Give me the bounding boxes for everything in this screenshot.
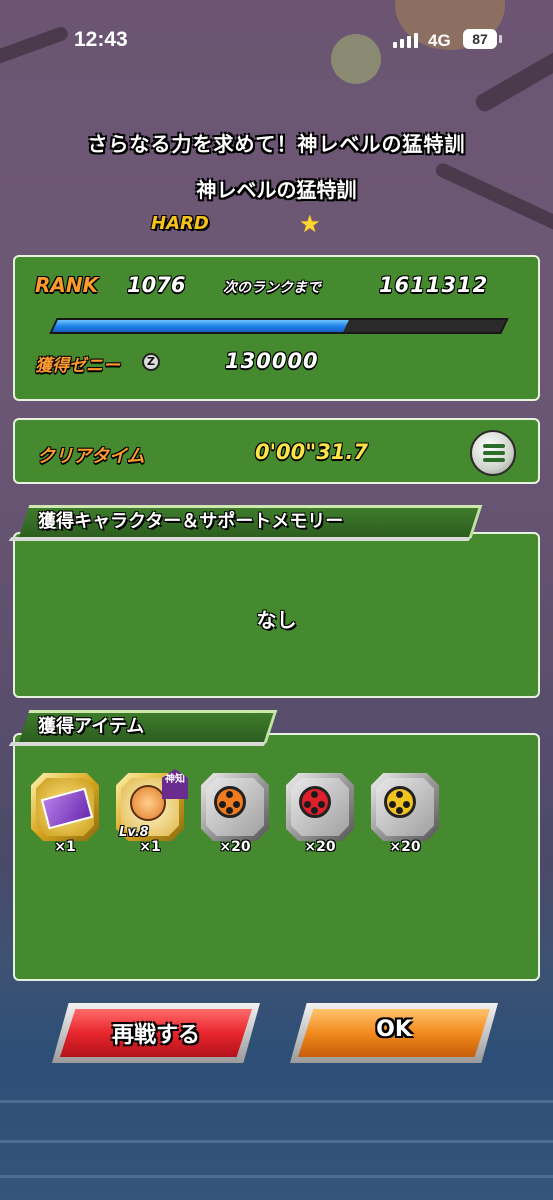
water-line	[0, 1100, 553, 1103]
no-characters-text: なし	[256, 608, 297, 632]
list-icon-line	[483, 451, 505, 455]
clear-time-label: クリアタイム	[37, 446, 145, 467]
header-underline	[8, 742, 267, 746]
item-quantity: ×20	[389, 839, 421, 855]
zeni-icon: Z	[142, 353, 160, 371]
stage-title: さらなる力を求めて！神レベルの猛特訓	[87, 132, 466, 156]
status-bar: 12:43 4G 87	[0, 0, 553, 80]
exp-progress-bar	[49, 318, 509, 334]
clear-time-value: 0'00"31.7	[255, 440, 369, 464]
film-reel-icon	[214, 786, 246, 818]
clear-time-panel: クリアタイム 0'00"31.7	[13, 418, 540, 484]
water-line	[0, 1140, 553, 1143]
status-time: 12:43	[74, 28, 128, 51]
film-reel-icon	[384, 786, 416, 818]
exp-progress-fill	[52, 320, 349, 332]
list-icon-line	[483, 458, 505, 462]
zeni-label: 獲得ゼニー	[35, 356, 120, 376]
characters-section-title: 獲得キャラクター＆サポートメモリー	[38, 511, 344, 532]
item-quantity: ×1	[139, 839, 161, 855]
items-panel	[13, 733, 540, 981]
zeni-value: 130000	[225, 349, 319, 373]
orange-reel-item[interactable]	[201, 773, 269, 841]
gold-reel-item[interactable]	[371, 773, 439, 841]
item-quantity: ×1	[54, 839, 76, 855]
film-reel-icon	[299, 786, 331, 818]
next-rank-label: 次のランクまで	[223, 280, 321, 296]
ok-button[interactable]: OK	[290, 1003, 498, 1063]
ok-button-label: OK	[376, 1017, 412, 1042]
rank-panel: RANK 1076 次のランクまで 1611312 獲得ゼニー Z 130000	[13, 255, 540, 401]
details-list-button[interactable]	[470, 430, 516, 476]
characters-section-header: 獲得キャラクター＆サポートメモリー	[8, 505, 483, 541]
item-level: Lv.8	[119, 825, 149, 840]
retry-button[interactable]: 再戦する	[52, 1003, 260, 1063]
ticket-item[interactable]	[31, 773, 99, 841]
network-type: 4G	[428, 31, 451, 50]
red-reel-item[interactable]	[286, 773, 354, 841]
signal-icon	[393, 33, 418, 48]
item-quantity: ×20	[304, 839, 336, 855]
stage-subtitle: 神レベルの猛特訓	[196, 178, 357, 202]
characters-panel: なし	[13, 532, 540, 698]
training-item[interactable]: 神知 Lv.8	[116, 769, 188, 841]
header-underline	[8, 537, 472, 541]
next-rank-value: 1611312	[379, 273, 489, 297]
fist-icon	[130, 785, 166, 821]
rank-label: RANK	[35, 273, 99, 297]
list-icon	[483, 444, 505, 448]
difficulty-label: HARD	[151, 213, 209, 234]
items-section-title: 獲得アイテム	[38, 716, 145, 737]
items-section-header: 獲得アイテム	[8, 710, 280, 746]
star-icon: ★	[299, 210, 321, 238]
battery-icon: 87	[463, 29, 497, 49]
item-quantity: ×20	[219, 839, 251, 855]
retry-button-label: 再戦する	[111, 1023, 200, 1048]
water-line	[0, 1175, 553, 1178]
battery-tip	[499, 35, 502, 43]
rank-value: 1076	[127, 273, 186, 297]
